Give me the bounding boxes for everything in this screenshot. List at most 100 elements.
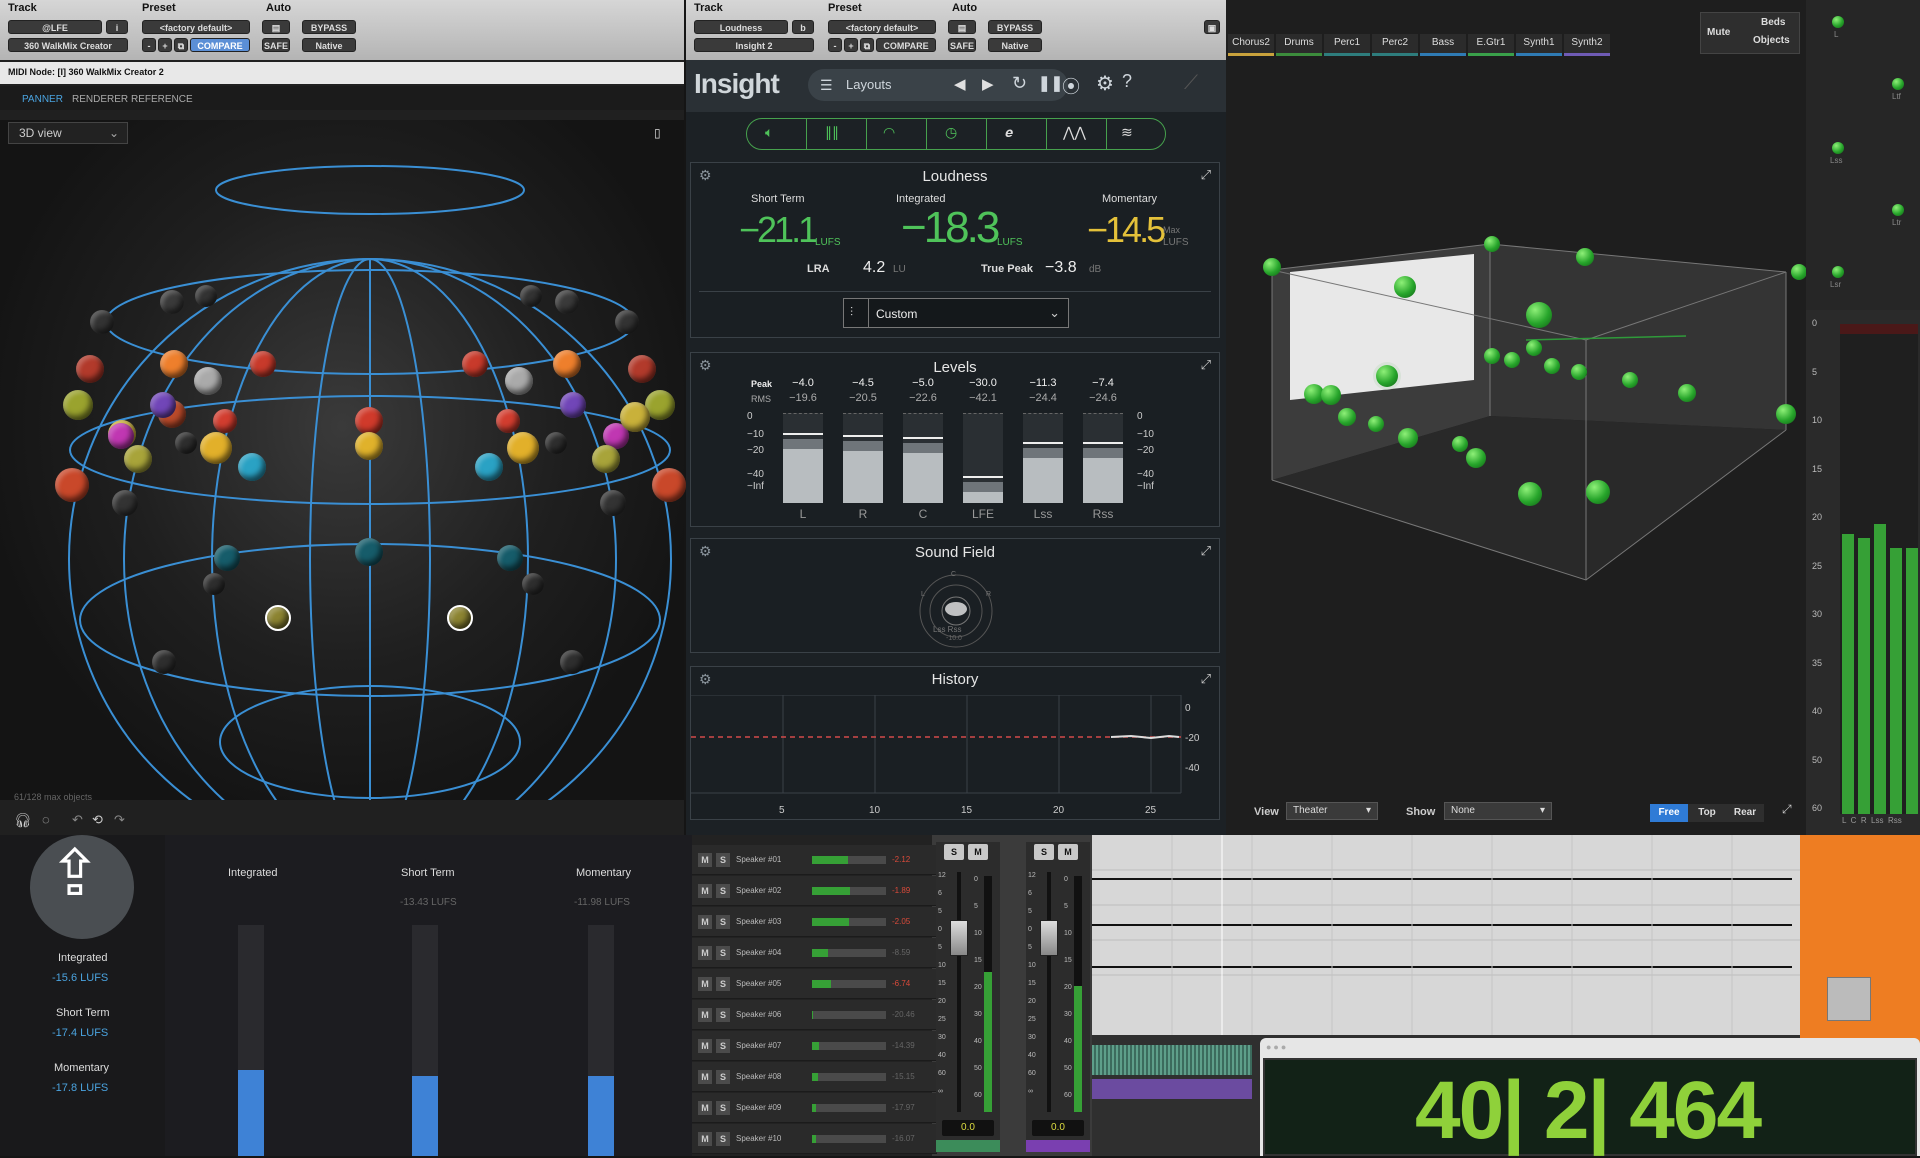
mute-button-2[interactable]: M (1058, 844, 1078, 860)
view-select[interactable]: Theater ▾ (1286, 802, 1378, 820)
insight-minus-button[interactable]: - (828, 38, 842, 52)
speaker-solo-button[interactable]: S (716, 946, 730, 960)
speaker-mute-button[interactable]: M (698, 853, 712, 867)
spectrogram-module-icon[interactable]: ≋ (1121, 124, 1133, 141)
objects-label[interactable]: Objects (1753, 35, 1790, 46)
fader-value-1[interactable]: 0.0 (942, 1120, 994, 1136)
reset-icon[interactable]: ↻ (1012, 73, 1027, 94)
compare-button[interactable]: COMPARE (190, 38, 250, 52)
insight-settings-icon[interactable]: ▤ (948, 20, 976, 34)
insight-compare-button[interactable]: COMPARE (876, 38, 936, 52)
insight-plus-button[interactable]: + (844, 38, 858, 52)
spectrum-module-icon[interactable]: ⋀⋀ (1063, 124, 1086, 141)
track-tab[interactable]: Drums (1276, 34, 1322, 56)
settings-gear-icon[interactable]: ⚙ (1096, 71, 1114, 96)
insert-select[interactable]: 360 WalkMix Creator (8, 38, 128, 52)
rear-view-button[interactable]: Rear (1726, 804, 1764, 822)
capture-icon[interactable]: ⦿ (1062, 73, 1080, 99)
track-select[interactable]: @LFE (8, 20, 102, 34)
speaker-solo-button[interactable]: S (716, 1039, 730, 1053)
help-icon[interactable]: ? (1122, 71, 1132, 92)
preset-minus-button[interactable]: - (142, 38, 156, 52)
pause-icon[interactable]: ❚❚ (1038, 74, 1063, 92)
speaker-level-slider[interactable] (812, 980, 886, 988)
speaker-solo-button[interactable]: S (716, 1132, 730, 1146)
loudness-standard-select[interactable]: ⫶ Custom ⌄ (843, 298, 1069, 328)
loudness-module-icon[interactable]: 🔈︎ (765, 124, 773, 141)
export-button[interactable]: ⇪ (30, 835, 134, 939)
speaker-mute-button[interactable]: M (698, 1070, 712, 1084)
layouts-label[interactable]: Layouts (846, 77, 892, 92)
tab-renderer[interactable]: RENDERER (72, 94, 128, 105)
track-tab[interactable]: Bass (1420, 34, 1466, 56)
mute-label[interactable]: Mute (1707, 27, 1730, 38)
track-tab[interactable]: E.Gtr1 (1468, 34, 1514, 56)
list-icon[interactable]: ☰ (820, 77, 833, 94)
sound-field-module-icon[interactable]: ◠ (883, 124, 895, 141)
intelligibility-module-icon[interactable]: 𝒆 (1005, 124, 1013, 141)
insight-preset-select[interactable]: <factory default> (828, 20, 936, 34)
speaker-level-slider[interactable] (812, 887, 886, 895)
history-icon[interactable]: ⟲ (92, 812, 103, 828)
previous-layout-icon[interactable]: ◀ (954, 75, 966, 93)
fader-value-2[interactable]: 0.0 (1032, 1120, 1084, 1136)
speaker-mute-button[interactable]: M (698, 1132, 712, 1146)
safe-button[interactable]: SAFE (262, 38, 290, 52)
speaker-mute-button[interactable]: M (698, 1008, 712, 1022)
track-tab[interactable]: Synth1 (1516, 34, 1562, 56)
insight-bypass-button[interactable]: BYPASS (988, 20, 1042, 34)
speaker-level-slider[interactable] (812, 856, 886, 864)
preset-select[interactable]: <factory default> (142, 20, 250, 34)
next-layout-icon[interactable]: ▶ (982, 75, 994, 93)
beds-label[interactable]: Beds (1761, 17, 1785, 28)
speaker-mute-button[interactable]: M (698, 1039, 712, 1053)
insight-safe-button[interactable]: SAFE (948, 38, 976, 52)
show-select[interactable]: None ▾ (1444, 802, 1552, 820)
track-tab[interactable]: Perc2 (1372, 34, 1418, 56)
tab-panner[interactable]: PANNER (22, 94, 63, 105)
top-view-button[interactable]: Top (1688, 804, 1726, 822)
insight-insert-select[interactable]: Insight 2 (694, 38, 814, 52)
native-button[interactable]: Native (302, 38, 356, 52)
speaker-level-slider[interactable] (812, 1042, 886, 1050)
track-tab[interactable]: Perc1 (1324, 34, 1370, 56)
free-view-button[interactable]: Free (1650, 804, 1688, 822)
solo-button-2[interactable]: S (1034, 844, 1054, 860)
history-module-icon[interactable]: ◷ (945, 124, 957, 141)
redo-icon[interactable]: ↷ (114, 812, 125, 828)
tab-reference[interactable]: REFERENCE (131, 94, 193, 105)
speaker-level-slider[interactable] (812, 949, 886, 957)
speaker-solo-button[interactable]: S (716, 1101, 730, 1115)
insight-copy-icon[interactable]: ⧉ (860, 38, 874, 52)
speaker-solo-button[interactable]: S (716, 1070, 730, 1084)
mute-button-1[interactable]: M (968, 844, 988, 860)
solo-button-1[interactable]: S (944, 844, 964, 860)
speaker-mute-button[interactable]: M (698, 915, 712, 929)
speaker-level-slider[interactable] (812, 1135, 886, 1143)
speaker-mute-button[interactable]: M (698, 1101, 712, 1115)
speaker-mute-button[interactable]: M (698, 977, 712, 991)
speaker-level-slider[interactable] (812, 918, 886, 926)
speaker-level-slider[interactable] (812, 1104, 886, 1112)
fullscreen-icon[interactable]: ⤢ (1782, 802, 1792, 817)
speaker-solo-button[interactable]: S (716, 915, 730, 929)
window-controls-icon[interactable]: ●●● (1266, 1042, 1288, 1052)
fader-handle-2[interactable] (1040, 920, 1058, 956)
speaker-solo-button[interactable]: S (716, 977, 730, 991)
sphere-view[interactable]: 3D view ⌄ ▯ 61/128 max objects (0, 120, 686, 802)
fader-handle-1[interactable] (950, 920, 968, 956)
insight-track-select[interactable]: Loudness (694, 20, 788, 34)
speaker-mute-button[interactable]: M (698, 884, 712, 898)
speaker-solo-button[interactable]: S (716, 853, 730, 867)
track-tab[interactable]: Chorus2 (1228, 34, 1274, 56)
undo-icon[interactable]: ↶ (72, 812, 83, 828)
insight-native-button[interactable]: Native (988, 38, 1042, 52)
speaker-level-slider[interactable] (812, 1011, 886, 1019)
lightbulb-icon[interactable]: ◌ (42, 812, 50, 827)
window-menu-icon[interactable]: ▣ (1204, 20, 1220, 34)
bypass-button[interactable]: BYPASS (302, 20, 356, 34)
headphones-icon[interactable]: 🎧︎ (14, 812, 32, 829)
speaker-solo-button[interactable]: S (716, 884, 730, 898)
insight-track-letter[interactable]: b (792, 20, 814, 34)
speaker-level-slider[interactable] (812, 1073, 886, 1081)
